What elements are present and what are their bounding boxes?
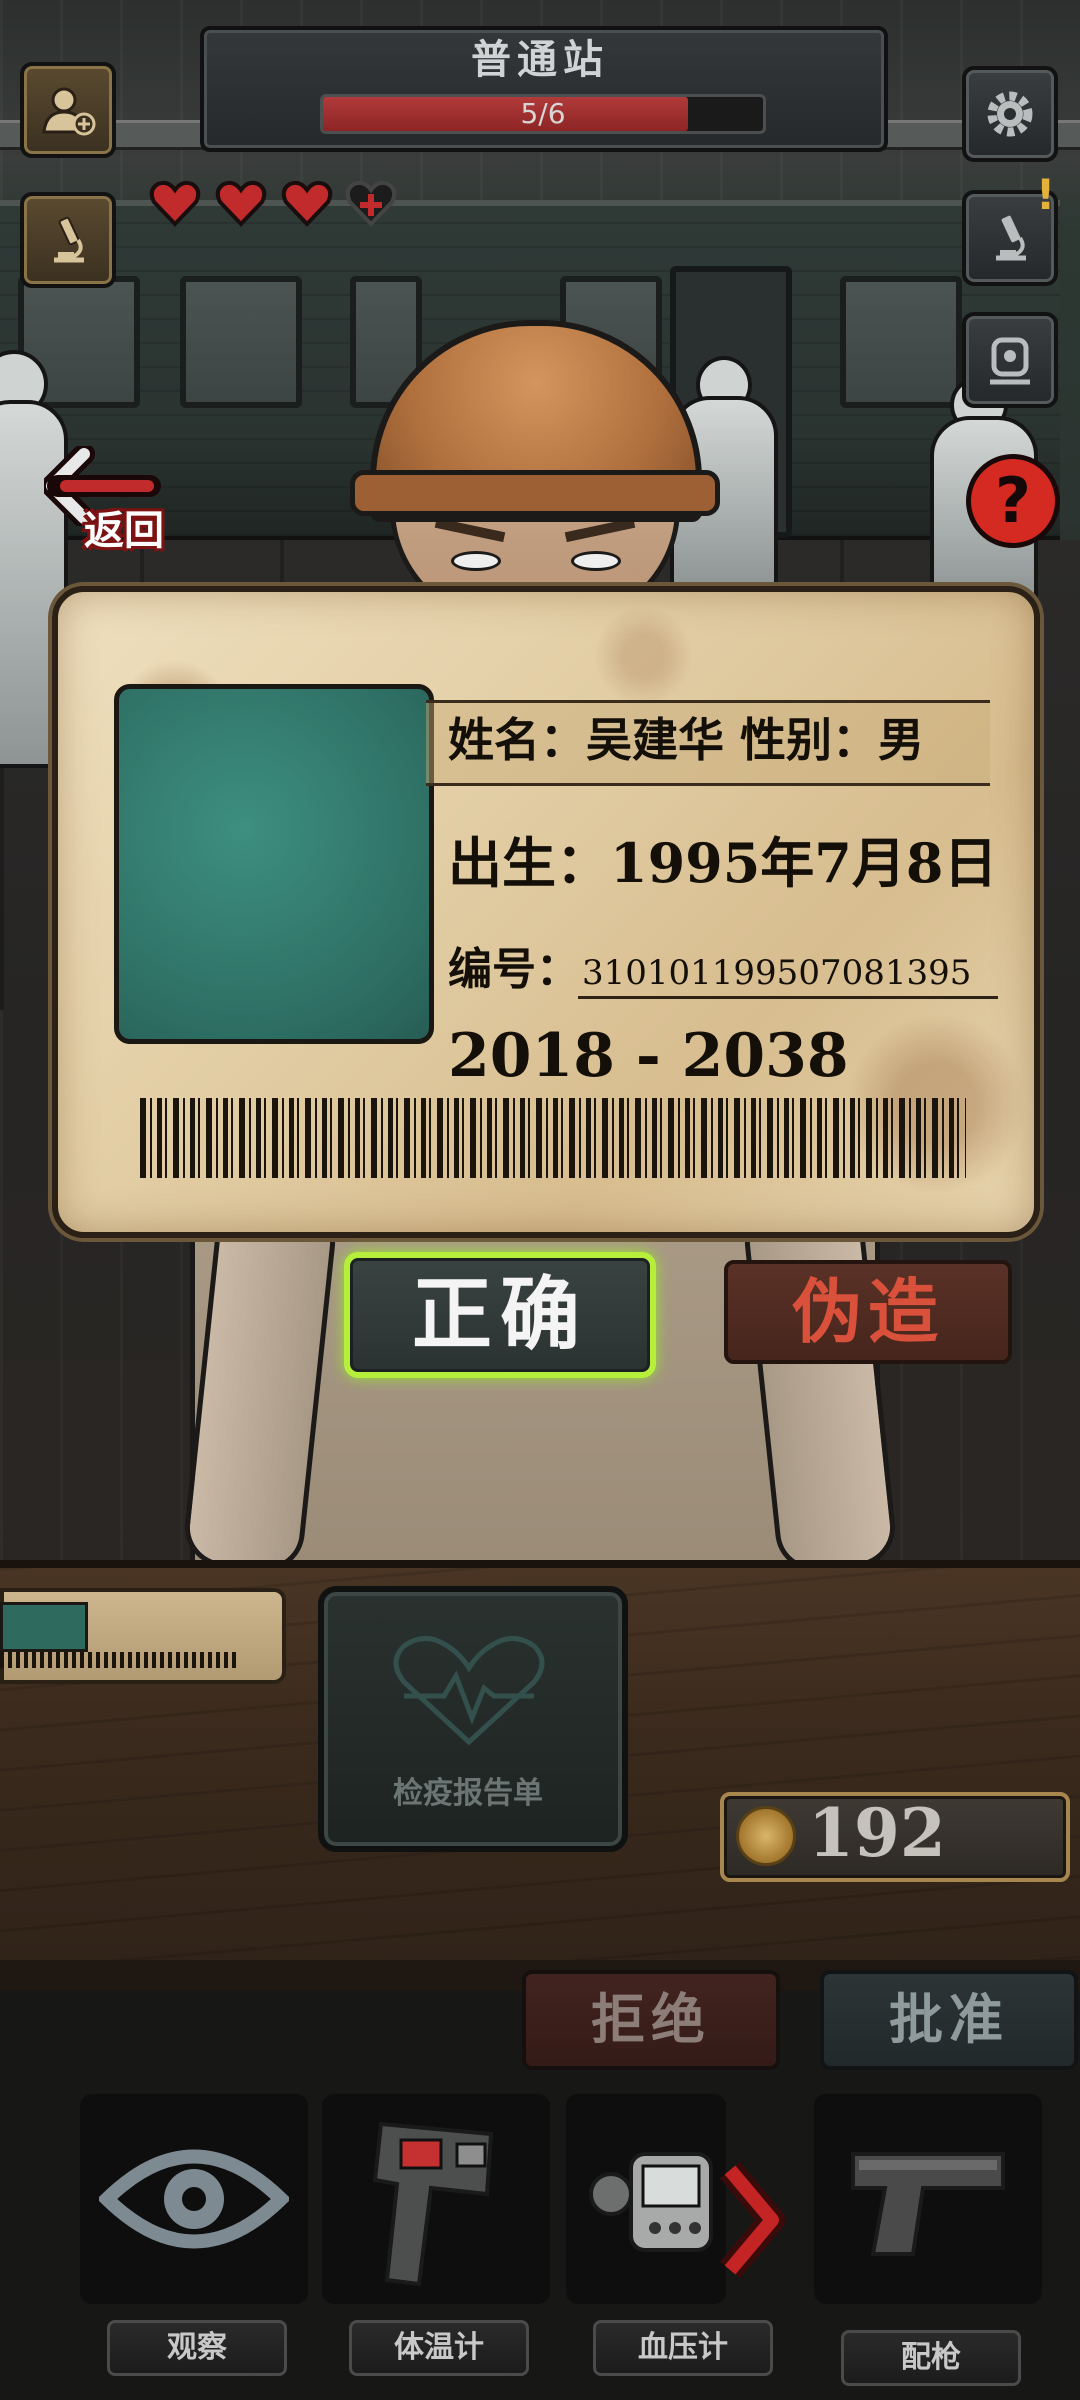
- approve-button[interactable]: 批准: [820, 1970, 1078, 2070]
- alert-exclamation-icon: !: [1036, 170, 1056, 219]
- pistol-icon: [851, 2152, 1005, 2256]
- id-number-value: 310101199507081395: [582, 953, 972, 993]
- id-photo: [114, 684, 434, 1044]
- heart-icon: [281, 180, 333, 227]
- heart-icon: [149, 180, 201, 227]
- reject-button[interactable]: 拒绝: [522, 1970, 780, 2070]
- tool-thermometer-slot[interactable]: [322, 2094, 550, 2304]
- question-mark-icon: ?: [995, 464, 1031, 537]
- id-name-gender: 姓名：吴建华 性别：男: [448, 713, 925, 767]
- station-name: 普通站: [471, 37, 609, 83]
- thermometer-gun-icon: [372, 2121, 494, 2287]
- correct-button[interactable]: 正确: [344, 1252, 656, 1378]
- traveler-eye: [571, 551, 621, 571]
- blood-pressure-monitor-icon: [589, 2152, 713, 2252]
- coin-icon: [736, 1806, 796, 1866]
- coin-amount: 192: [808, 1794, 946, 1872]
- desk-card-barcode: [0, 1652, 240, 1668]
- forged-button[interactable]: 伪造: [724, 1260, 1012, 1364]
- microscope-icon: [996, 215, 1026, 261]
- settings-button[interactable]: [962, 66, 1058, 162]
- train-info-button[interactable]: [962, 312, 1058, 408]
- tool-thermometer-label: 体温计: [349, 2320, 529, 2376]
- tool-pistol-label: 配枪: [841, 2330, 1021, 2386]
- heartbeat-icon: [393, 1636, 545, 1746]
- train-window: [180, 276, 302, 408]
- traveler-eye: [451, 551, 501, 571]
- gear-icon: [987, 91, 1033, 137]
- heart-icon: [215, 180, 267, 227]
- id-barcode: [140, 1098, 966, 1178]
- progress-text: 5/6: [520, 97, 566, 130]
- id-number-underline: [578, 996, 998, 999]
- hard-hat-brim: [350, 470, 720, 516]
- eye-icon: [99, 2149, 289, 2249]
- progress-bar: 5/6: [320, 94, 766, 134]
- id-card: 姓名：吴建华 性别：男 出生：1995年7月8日 编号： 31010119950…: [52, 586, 1040, 1238]
- tool-pistol-slot[interactable]: [814, 2094, 1042, 2304]
- id-number-label: 编号：: [448, 944, 580, 995]
- quarantine-report-label: 检疫报告单: [393, 1776, 543, 1811]
- desk-id-card-photo: [0, 1602, 88, 1652]
- train-window: [840, 276, 962, 408]
- tool-blood-pressure-slot[interactable]: [566, 2094, 726, 2304]
- id-validity: 2018 - 2038: [448, 1021, 849, 1091]
- person-plus-icon: [42, 87, 96, 136]
- id-birth-date: 出生：1995年7月8日: [448, 831, 998, 895]
- tool-observe-label: 观察: [107, 2320, 287, 2376]
- add-heart-icon[interactable]: [344, 176, 398, 230]
- tool-observe-slot[interactable]: [80, 2094, 308, 2304]
- add-person-button[interactable]: [20, 62, 116, 158]
- back-label[interactable]: 返回: [84, 498, 164, 556]
- chevron-right-icon: [720, 2161, 785, 2279]
- scroll-tools-right[interactable]: [716, 2160, 786, 2280]
- microscope-button-left[interactable]: [20, 192, 116, 288]
- train-icon: [990, 337, 1030, 385]
- help-button[interactable]: ?: [966, 454, 1060, 548]
- tool-blood-pressure-label: 血压计: [593, 2320, 773, 2376]
- microscope-icon: [54, 216, 84, 263]
